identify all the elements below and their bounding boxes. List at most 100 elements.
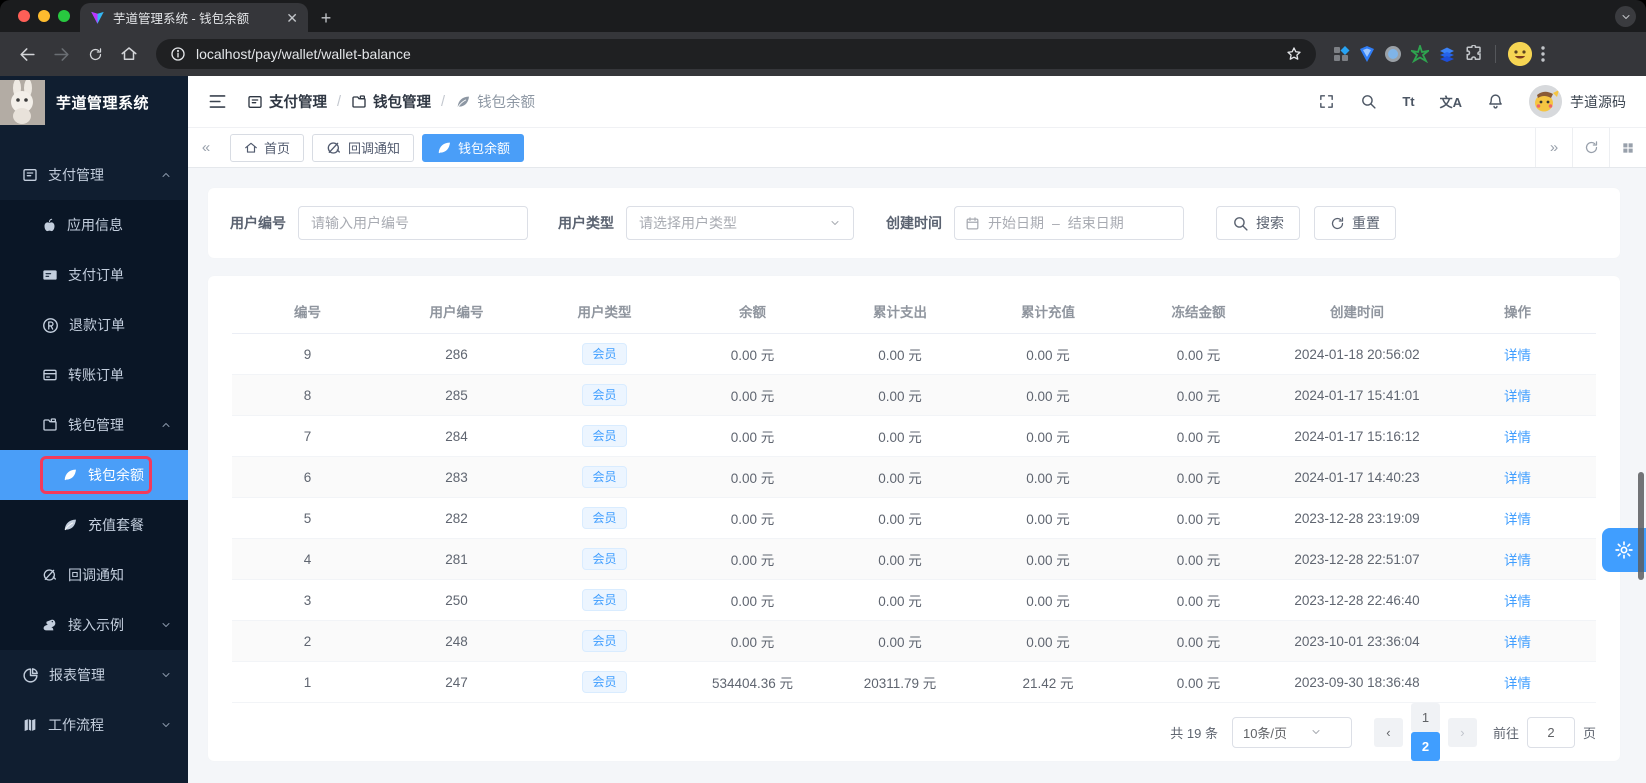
detail-link[interactable]: 详情 (1504, 348, 1531, 363)
detail-link[interactable]: 详情 (1504, 512, 1531, 527)
scrollbar-thumb[interactable] (1638, 472, 1644, 580)
detail-link[interactable]: 详情 (1504, 430, 1531, 445)
layers-extension-icon[interactable] (1438, 45, 1456, 63)
scroll-tabs-left-icon[interactable]: « (188, 128, 224, 167)
leaf-icon (455, 94, 471, 110)
browser-tab[interactable]: 芋道管理系统 - 钱包余额 ✕ (80, 3, 308, 32)
user-no-label: 用户编号 (230, 215, 286, 231)
circle-extension-icon[interactable] (1384, 45, 1402, 63)
sidebar-item-支付订单[interactable]: 支付订单 (0, 250, 188, 300)
diamond-extension-icon[interactable] (1359, 45, 1375, 63)
sidebar-item-工作流程[interactable]: 工作流程 (0, 700, 188, 750)
window-controls (18, 10, 70, 22)
sidebar-item-退款订单[interactable]: 退款订单 (0, 300, 188, 350)
breadcrumb-label: 钱包管理 (373, 95, 432, 111)
home-button[interactable] (114, 39, 144, 69)
fullscreen-icon[interactable] (1318, 93, 1335, 110)
cell-create-time: 2024-01-18 20:56:02 (1294, 346, 1420, 362)
sidebar-collapse-button[interactable] (208, 92, 227, 111)
cell-total-expense: 0.00 元 (878, 348, 922, 363)
sidebar-item-应用信息[interactable]: 应用信息 (0, 200, 188, 250)
sidebar-item-转账订单[interactable]: 转账订单 (0, 350, 188, 400)
cell-user-type: 会员 (530, 671, 679, 693)
cell-id: 8 (303, 387, 312, 403)
forward-button[interactable] (46, 39, 76, 69)
tab-钱包余额[interactable]: 钱包余额 (422, 133, 525, 162)
cell-frozen-amount: 0.00 元 (1176, 348, 1221, 363)
window-zoom-button[interactable] (58, 10, 70, 22)
search-icon (1232, 215, 1249, 232)
cell-id: 3 (303, 592, 312, 608)
browser-tab-strip: 芋道管理系统 - 钱包余额 ✕ + (0, 0, 1646, 32)
breadcrumb-item-钱包余额[interactable]: 钱包余额 (455, 91, 535, 112)
page-size-select[interactable]: 10条/页 (1231, 716, 1352, 748)
profile-avatar[interactable] (1508, 42, 1532, 66)
detail-link[interactable]: 详情 (1504, 635, 1531, 650)
new-tab-button[interactable]: + (312, 4, 340, 32)
grid-extension-icon[interactable] (1332, 45, 1350, 63)
address-bar[interactable]: localhost/pay/wallet/wallet-balance (156, 39, 1316, 69)
sidebar-item-钱包管理[interactable]: 钱包管理 (0, 400, 188, 450)
next-page-button[interactable]: › (1447, 717, 1477, 747)
sidebar-item-回调通知[interactable]: 回调通知 (0, 550, 188, 600)
sidebar-item-支付管理[interactable]: 支付管理 (0, 150, 188, 200)
breadcrumb-item-钱包管理[interactable]: 钱包管理 (351, 91, 431, 112)
translate-icon[interactable]: 文A (1440, 92, 1462, 111)
site-info-icon[interactable] (170, 46, 186, 62)
green-star-extension-icon[interactable] (1411, 45, 1429, 63)
user-no-input[interactable] (298, 206, 528, 240)
page-button-1[interactable]: 1 (1410, 703, 1440, 732)
cell-action: 详情 (1439, 631, 1596, 651)
toolbar-divider (1495, 45, 1496, 63)
chevron-up-icon (160, 419, 172, 431)
page-button-2[interactable]: 2 (1410, 732, 1440, 761)
goto-page-input[interactable] (1526, 716, 1575, 748)
detail-link[interactable]: 详情 (1504, 389, 1531, 404)
user-menu[interactable]: 芋道源码 (1529, 85, 1626, 118)
prev-page-button[interactable]: ‹ (1373, 717, 1403, 747)
app-title: 芋道管理系统 (56, 94, 150, 112)
sidebar-item-钱包余额[interactable]: 钱包余额 (0, 450, 188, 500)
sidebar-item-报表管理[interactable]: 报表管理 (0, 650, 188, 700)
detail-link[interactable]: 详情 (1504, 594, 1531, 609)
cell-action: 详情 (1439, 549, 1596, 569)
font-size-icon[interactable]: Tt (1402, 94, 1414, 109)
breadcrumb-item-支付管理[interactable]: 支付管理 (247, 91, 327, 112)
search-icon[interactable] (1360, 93, 1377, 110)
notification-bell-icon[interactable] (1487, 93, 1504, 110)
sidebar-item-label: 回调通知 (68, 567, 124, 583)
sidebar-item-接入示例[interactable]: 接入示例 (0, 600, 188, 650)
user-type-select[interactable]: 请选择用户类型 (626, 206, 854, 240)
breadcrumb-separator: / (441, 93, 446, 110)
sidebar-item-label: 钱包管理 (68, 417, 124, 433)
detail-link[interactable]: 详情 (1504, 676, 1531, 691)
tab-首页[interactable]: 首页 (230, 133, 305, 162)
reload-button[interactable] (80, 39, 110, 69)
layout-grid-icon[interactable] (1609, 128, 1646, 167)
bookmark-star-icon[interactable] (1286, 46, 1302, 62)
opened-tabs: 首页 回调通知 钱包余额 (230, 133, 525, 162)
cell-user-no: 248 (445, 633, 468, 649)
back-button[interactable] (12, 39, 42, 69)
cell-balance: 534404.36 元 (711, 676, 794, 691)
scroll-tabs-right-icon[interactable]: » (1535, 128, 1572, 167)
window-close-button[interactable] (18, 10, 30, 22)
chevron-down-icon (829, 217, 841, 229)
detail-link[interactable]: 详情 (1504, 471, 1531, 486)
detail-link[interactable]: 详情 (1504, 553, 1531, 568)
sidebar-item-label: 转账订单 (68, 367, 124, 383)
tab-search-button[interactable] (1615, 6, 1636, 27)
window-minimize-button[interactable] (38, 10, 50, 22)
reset-button[interactable]: 重置 (1314, 206, 1396, 240)
date-range-picker[interactable]: 开始日期 – 结束日期 (954, 206, 1184, 240)
search-button[interactable]: 搜索 (1216, 206, 1300, 240)
cell-create-time: 2024-01-17 14:40:23 (1294, 469, 1420, 485)
refresh-page-icon[interactable] (1572, 128, 1609, 167)
browser-menu-kebab-icon[interactable] (1541, 45, 1545, 63)
tab-label: 钱包余额 (458, 141, 511, 156)
extensions-puzzle-icon[interactable] (1465, 45, 1483, 63)
sidebar-item-充值套餐[interactable]: 充值套餐 (0, 500, 188, 550)
cell-balance: 0.00 元 (730, 389, 775, 404)
tab-close-icon[interactable]: ✕ (286, 11, 298, 25)
tab-回调通知[interactable]: 回调通知 (312, 133, 415, 162)
